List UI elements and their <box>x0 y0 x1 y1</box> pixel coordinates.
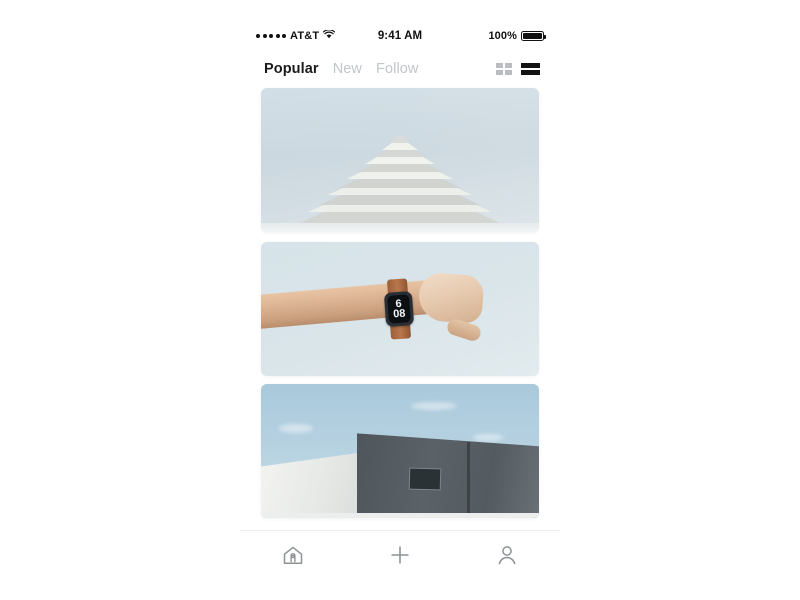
grid-view-toggle[interactable] <box>496 63 512 75</box>
bottom-tab-bar <box>240 530 560 579</box>
feed-card-building-photo <box>261 384 539 518</box>
status-bar-right: 100% <box>422 30 546 42</box>
grid-icon <box>496 63 512 75</box>
tab-follow[interactable]: Follow <box>376 61 419 77</box>
tab-bar: Popular New Follow <box>264 61 496 77</box>
smartwatch: 6 08 <box>381 278 417 340</box>
carrier-label: AT&T <box>290 30 320 42</box>
tabbar-item-home[interactable] <box>240 531 347 579</box>
battery-percent-label: 100% <box>488 30 517 42</box>
smartwatch-minute: 08 <box>392 307 406 321</box>
status-bar: AT&T 9:41 AM 100% <box>240 26 560 46</box>
feed-list: 6 08 <box>240 88 560 520</box>
view-toggle-group <box>496 63 540 75</box>
plus-icon <box>389 544 411 566</box>
battery-full-icon <box>521 30 546 42</box>
wifi-icon <box>323 29 336 42</box>
status-bar-time: 9:41 AM <box>377 30 423 42</box>
building-window <box>408 467 442 491</box>
home-icon <box>282 545 304 566</box>
signal-strength-dots <box>256 34 286 38</box>
list-icon <box>521 63 540 75</box>
feed-card-smartwatch[interactable]: 6 08 <box>261 242 539 376</box>
person-icon <box>496 544 518 566</box>
status-bar-left: AT&T <box>256 29 378 42</box>
tabbar-item-add[interactable] <box>347 531 454 579</box>
feed-card-building[interactable] <box>261 384 539 518</box>
tabbar-item-profile[interactable] <box>453 531 560 579</box>
smartwatch-face: 6 08 <box>387 294 411 324</box>
phone-screen: AT&T 9:41 AM 100% Popular New Follow 6 0… <box>240 0 560 600</box>
feed-card-architecture-photo <box>261 88 539 232</box>
header: Popular New Follow <box>240 54 560 84</box>
feed-card-architecture[interactable] <box>261 88 539 232</box>
list-view-toggle[interactable] <box>521 63 540 75</box>
tab-new[interactable]: New <box>333 61 362 77</box>
tab-popular[interactable]: Popular <box>264 61 319 77</box>
feed-card-smartwatch-photo: 6 08 <box>261 242 539 376</box>
